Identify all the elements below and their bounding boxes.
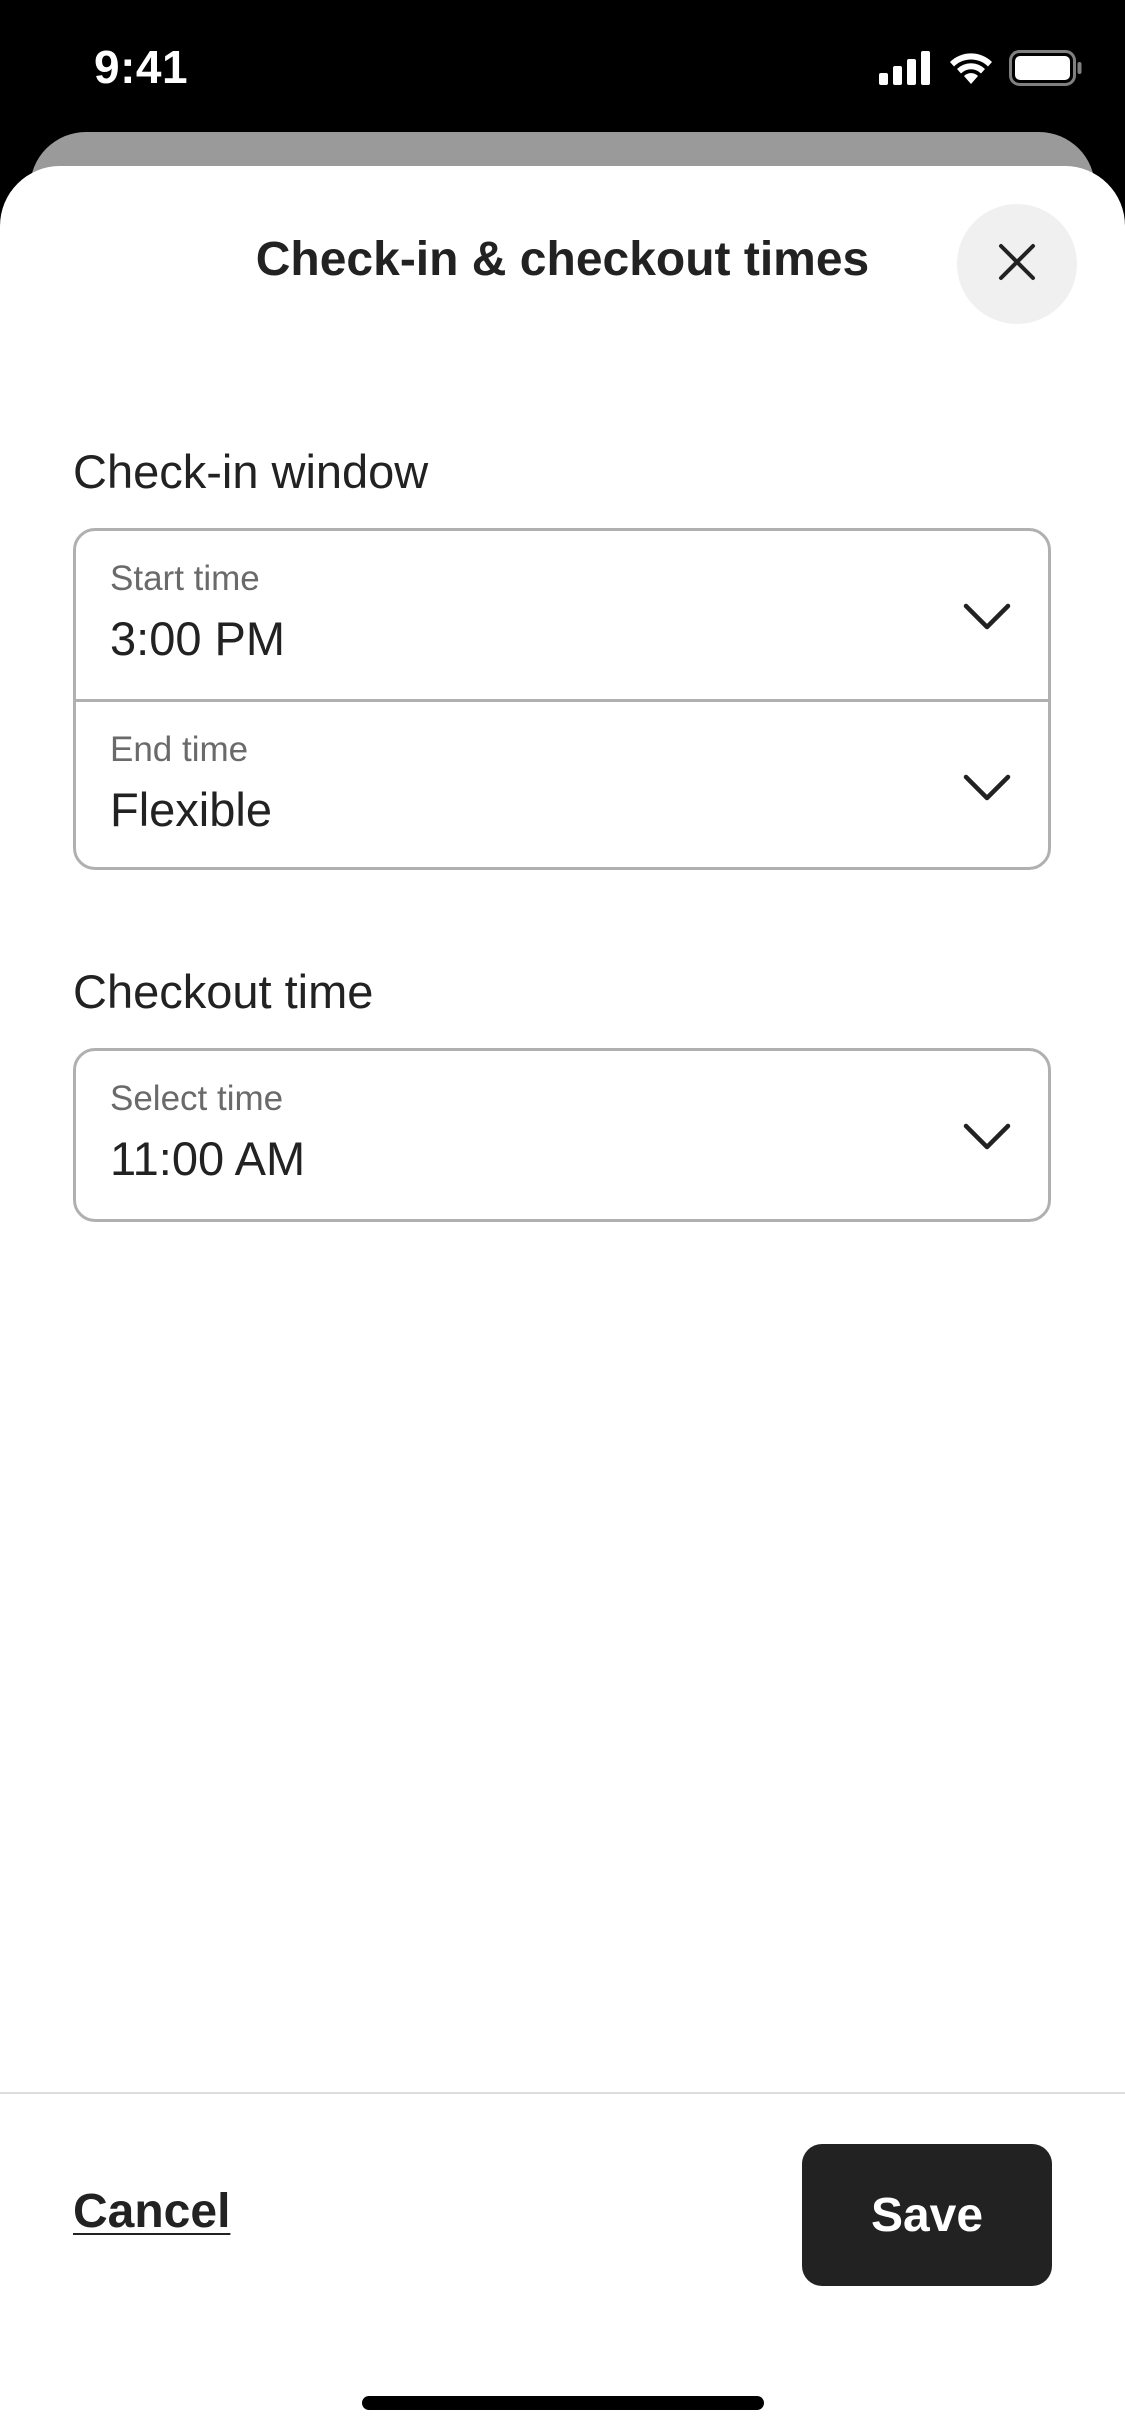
start-time-value: 3:00 PM: [110, 612, 286, 665]
select-time-label: Select time: [110, 1079, 284, 1118]
status-time: 9:41: [94, 41, 189, 93]
app-screen: 9:41 Check-in & checkout times Check-in …: [0, 0, 1125, 2436]
checkin-window-group: Start time 3:00 PM End time Flexible: [73, 528, 1051, 870]
sheet-header: Check-in & checkout times: [0, 166, 1125, 366]
status-icons: [879, 50, 1083, 86]
battery-icon: [1009, 50, 1083, 86]
sheet-footer: Cancel Save: [0, 2092, 1125, 2436]
save-button[interactable]: Save: [802, 2144, 1052, 2286]
checkin-window-label: Check-in window: [73, 445, 429, 498]
chevron-down-icon: [962, 591, 1012, 641]
status-bar: 9:41: [0, 0, 1125, 132]
select-time-value: 11:00 AM: [110, 1132, 306, 1185]
checkout-time-select[interactable]: Select time 11:00 AM: [76, 1051, 1048, 1219]
cellular-signal-icon: [879, 51, 933, 85]
start-time-label: Start time: [110, 559, 260, 598]
wifi-icon: [947, 50, 995, 86]
chevron-down-icon: [962, 1111, 1012, 1161]
end-time-select[interactable]: End time Flexible: [76, 699, 1048, 867]
cancel-button[interactable]: Cancel: [73, 2184, 230, 2239]
checkout-time-group: Select time 11:00 AM: [73, 1048, 1051, 1222]
home-indicator[interactable]: [362, 2396, 764, 2410]
close-button[interactable]: [957, 204, 1077, 324]
start-time-select[interactable]: Start time 3:00 PM: [76, 531, 1048, 699]
end-time-value: Flexible: [110, 783, 272, 836]
end-time-label: End time: [110, 730, 249, 769]
chevron-down-icon: [962, 762, 1012, 812]
checkout-time-label: Checkout time: [73, 965, 374, 1018]
close-icon: [997, 242, 1037, 287]
